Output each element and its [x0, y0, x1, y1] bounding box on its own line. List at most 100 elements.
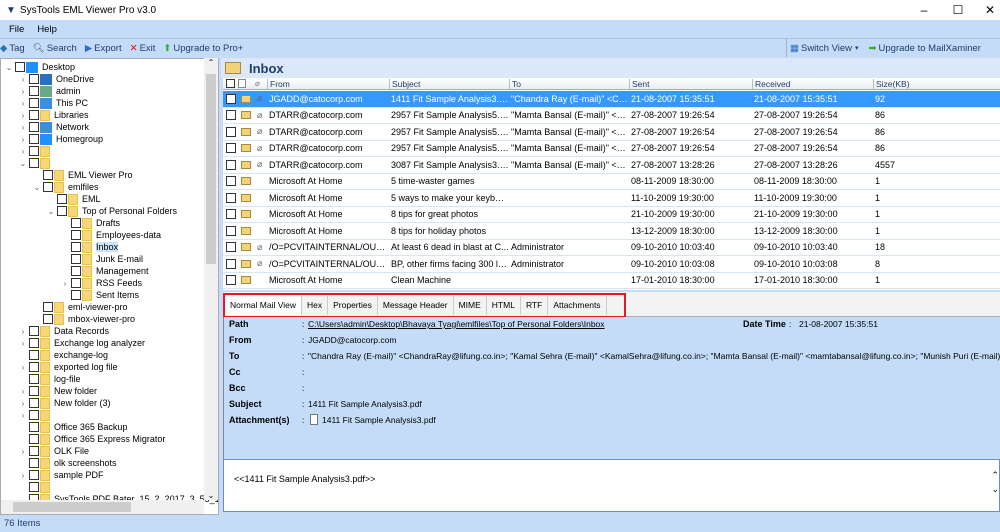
tree-node[interactable]	[19, 481, 54, 493]
email-row[interactable]: Microsoft At Home 8 tips for holiday phot…	[223, 223, 1000, 240]
tree-node[interactable]: Office 365 Express Migrator	[19, 433, 165, 445]
chevron-right-icon[interactable]: ›	[19, 327, 27, 336]
chevron-right-icon[interactable]: ›	[61, 279, 69, 288]
tree-node[interactable]: › Data Records	[19, 325, 109, 337]
tree-node[interactable]: log-file	[19, 373, 81, 385]
tree-node[interactable]: EML	[47, 193, 101, 205]
chevron-right-icon[interactable]: ›	[19, 99, 27, 108]
email-row[interactable]: ⌀ JGADD@catocorp.com 1411 Fit Sample Analy…	[223, 91, 1000, 108]
tree-node[interactable]: › exported log file	[19, 361, 118, 373]
tree-checkbox[interactable]	[71, 278, 81, 288]
column-sent[interactable]: Sent	[629, 78, 752, 89]
attachment-file[interactable]: 1411 Fit Sample Analysis3.pdf	[322, 415, 436, 425]
tree-checkbox[interactable]	[29, 374, 39, 384]
tree-node[interactable]: Office 365 Backup	[19, 421, 127, 433]
tab-normal-mail-view[interactable]: Normal Mail View	[225, 296, 302, 315]
scroll-up-icon[interactable]: ⌃	[204, 58, 218, 67]
chevron-right-icon[interactable]: ›	[19, 339, 27, 348]
tree-node[interactable]: › This PC	[19, 97, 88, 109]
tab-properties[interactable]: Properties	[328, 296, 378, 315]
row-checkbox[interactable]	[226, 242, 236, 253]
tree-checkbox[interactable]	[29, 146, 39, 156]
tree-node[interactable]: › New folder (3)	[19, 397, 111, 409]
tree-node[interactable]: mbox-viewer-pro	[33, 313, 135, 325]
tree-checkbox[interactable]	[29, 422, 39, 432]
chevron-down-icon[interactable]: ⌄	[47, 207, 55, 216]
tree-checkbox[interactable]	[43, 182, 53, 192]
row-checkbox[interactable]	[226, 93, 236, 104]
tree-node[interactable]: › Homegroup	[19, 133, 103, 145]
column-subject[interactable]: Subject	[389, 78, 509, 89]
chevron-right-icon[interactable]: ›	[19, 447, 27, 456]
tree-node[interactable]: › sample PDF	[19, 469, 104, 481]
tree-node[interactable]: › Network	[19, 121, 89, 133]
tree-node[interactable]: eml-viewer-pro	[33, 301, 128, 313]
tree-checkbox[interactable]	[29, 122, 39, 132]
body-scrollbar[interactable]: ⌃ ⌄	[991, 468, 999, 496]
tree-node[interactable]: › OLK File	[19, 445, 89, 457]
email-row[interactable]: ⌀ DTARR@catocorp.com 2957 Fit Sample Analy…	[223, 141, 1000, 157]
row-checkbox[interactable]	[226, 258, 236, 269]
tree-node[interactable]: ›	[19, 409, 54, 421]
tree-node[interactable]: Employees-data	[61, 229, 161, 241]
email-row[interactable]: Microsoft At Home 5 time-waster games 08-1…	[223, 174, 1000, 190]
tree-checkbox[interactable]	[71, 290, 81, 300]
chevron-down-icon[interactable]: ⌄	[19, 159, 27, 168]
tree-checkbox[interactable]	[29, 482, 39, 492]
tree-checkbox[interactable]	[29, 398, 39, 408]
select-all-checkbox[interactable]	[226, 79, 235, 88]
tree-node[interactable]: › admin	[19, 85, 81, 97]
chevron-right-icon[interactable]: ›	[19, 135, 27, 144]
email-row[interactable]: ⌀ DTARR@catocorp.com 3087 Fit Sample Analy…	[223, 157, 1000, 174]
tab-message-header[interactable]: Message Header	[378, 296, 454, 315]
tree-checkbox[interactable]	[29, 470, 39, 480]
chevron-right-icon[interactable]: ›	[19, 387, 27, 396]
tree-checkbox[interactable]	[29, 350, 39, 360]
tree-node[interactable]: › New folder	[19, 385, 97, 397]
email-row[interactable]: ⌀ /O=PCVITAINTERNAL/OU=FI... BP, other fir…	[223, 256, 1000, 273]
tree-checkbox[interactable]	[29, 74, 39, 84]
tree-checkbox[interactable]	[29, 434, 39, 444]
tree-node[interactable]: Inbox	[61, 241, 119, 253]
column-size[interactable]: Size(KB)	[873, 78, 998, 89]
chevron-right-icon[interactable]: ›	[19, 111, 27, 120]
row-checkbox[interactable]	[226, 225, 236, 236]
tab-hex[interactable]: Hex	[302, 296, 329, 315]
path-link[interactable]: C:\Users\admin\Desktop\Bhavaya Tyagi\eml…	[308, 319, 605, 329]
tree-checkbox[interactable]	[29, 362, 39, 372]
email-row[interactable]: Microsoft At Home 8 tips for great photos…	[223, 207, 1000, 223]
tree-node[interactable]: olk screenshots	[19, 457, 117, 469]
tree-node[interactable]: Sent Items	[61, 289, 139, 301]
chevron-right-icon[interactable]: ›	[19, 471, 27, 480]
tree-node[interactable]: › Exchange log analyzer	[19, 337, 145, 349]
search-button[interactable]: 🔍︎ Search	[33, 43, 77, 54]
chevron-right-icon[interactable]: ›	[19, 75, 27, 84]
exit-button[interactable]: ✕ Exit	[130, 43, 156, 54]
row-checkbox[interactable]	[226, 143, 236, 154]
tree-node[interactable]: ⌄ emlfiles	[33, 181, 99, 193]
tree-node[interactable]: › OneDrive	[19, 73, 94, 85]
tree-checkbox[interactable]	[71, 254, 81, 264]
row-checkbox[interactable]	[226, 275, 236, 286]
tree-node[interactable]: › Libraries	[19, 109, 89, 121]
tree-node[interactable]: EML Viewer Pro	[33, 169, 133, 181]
chevron-right-icon[interactable]: ›	[19, 87, 27, 96]
menu-file[interactable]: File	[9, 24, 24, 35]
scroll-thumb[interactable]	[206, 74, 216, 264]
tree-checkbox[interactable]	[57, 194, 67, 204]
row-checkbox[interactable]	[226, 192, 236, 203]
tree-checkbox[interactable]	[29, 386, 39, 396]
chevron-right-icon[interactable]: ›	[19, 399, 27, 408]
chevron-right-icon[interactable]: ›	[19, 411, 27, 420]
tree-node[interactable]: Management	[61, 265, 149, 277]
scroll-down-icon[interactable]: ⌄	[204, 491, 218, 500]
row-checkbox[interactable]	[226, 209, 236, 220]
tree-checkbox[interactable]	[71, 230, 81, 240]
tree-checkbox[interactable]	[57, 206, 67, 216]
tag-button[interactable]: ◆ Tag	[0, 43, 25, 54]
tree-checkbox[interactable]	[29, 446, 39, 456]
tree-checkbox[interactable]	[29, 110, 39, 120]
tree-node[interactable]: ›	[19, 145, 54, 157]
export-button[interactable]: ▶ Export	[85, 43, 122, 54]
tab-mime[interactable]: MIME	[454, 296, 487, 315]
